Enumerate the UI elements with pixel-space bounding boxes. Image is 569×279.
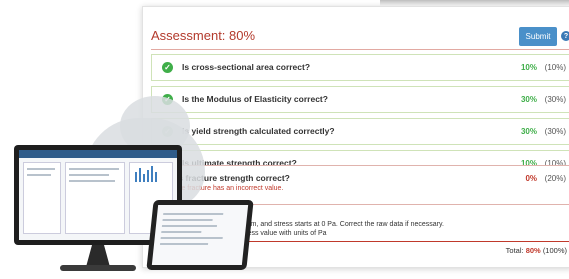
- score-value: 10%: [520, 63, 537, 72]
- submit-button[interactable]: Submit: [519, 27, 557, 46]
- assessment-title: Assessment: 80%: [151, 28, 256, 43]
- tablet-illustration: [146, 200, 254, 270]
- tablet-screen: [151, 205, 249, 265]
- title-divider: [151, 49, 569, 50]
- assessment-row-yield: ✓ Is yield strength calculated correctly…: [151, 118, 569, 145]
- monitor-base: [60, 265, 136, 271]
- assessment-row-fracture: Is fracture strength correct? 0% (20%) b…: [151, 165, 569, 205]
- question-label: Is the Modulus of Elasticity correct?: [182, 94, 328, 104]
- question-label: Is yield strength calculated correctly?: [182, 126, 335, 136]
- total-score: 80%: [525, 246, 541, 255]
- assessment-row-cross-section: ✓ Is cross-sectional area correct? 10% (…: [151, 54, 569, 81]
- help-icon[interactable]: ?: [561, 31, 569, 41]
- score-value: 0%: [525, 174, 537, 183]
- max-score: (30%): [544, 95, 566, 104]
- score-value: 30%: [520, 127, 537, 136]
- question-label: Is cross-sectional area correct?: [182, 62, 311, 72]
- score-value: 30%: [520, 95, 537, 104]
- assessment-row-modulus: ✓ Is the Modulus of Elasticity correct? …: [151, 86, 569, 113]
- total-summary: Total: 80% (100%): [506, 246, 567, 255]
- max-score: (10%): [544, 63, 566, 72]
- total-label: Total:: [505, 246, 524, 255]
- check-icon: ✓: [162, 62, 173, 73]
- monitor-stand: [86, 245, 110, 267]
- max-score: (20%): [544, 174, 566, 183]
- total-max: (100%): [542, 246, 567, 255]
- max-score: (30%): [544, 127, 566, 136]
